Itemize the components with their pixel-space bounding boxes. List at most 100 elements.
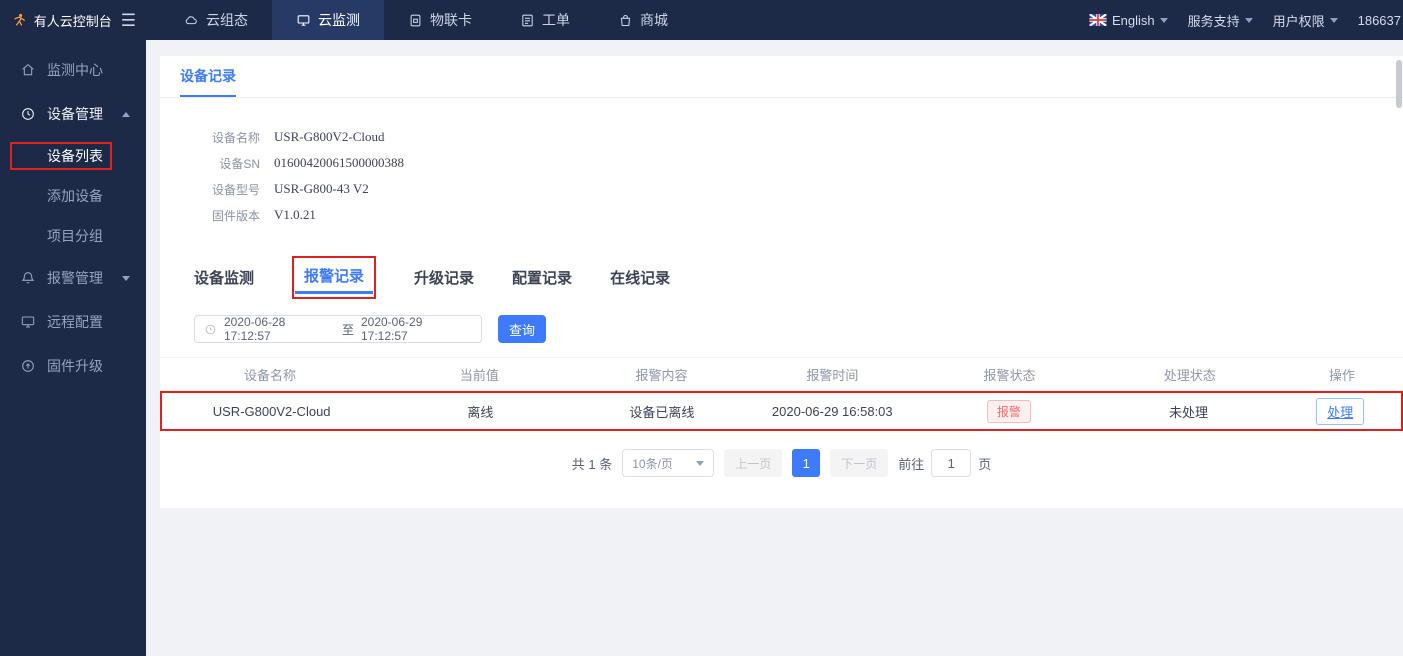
vertical-scrollbar[interactable]	[1395, 40, 1403, 656]
sidebar-item-device-management[interactable]: 设备管理	[0, 92, 146, 136]
user-permission-menu[interactable]: 用户权限	[1273, 11, 1338, 30]
sidebar-item-label: 报警管理	[47, 270, 103, 286]
chevron-up-icon	[122, 111, 130, 117]
goto-page-input[interactable]	[931, 449, 972, 477]
device-model-label: 设备型号	[211, 182, 260, 197]
nav-iot-card[interactable]: 物联卡	[384, 0, 496, 40]
bell-icon	[21, 272, 35, 284]
table-row: USR-G800V2-Cloud 离线 设备已离线 2020-06-29 16:…	[160, 391, 1403, 431]
info-row: 设备型号 USR-G800-43 V2	[196, 176, 1403, 202]
topbar-right: English 服务支持 用户权限 186637	[1088, 0, 1403, 40]
cell-alarm-content: 设备已离线	[629, 404, 695, 420]
clock-icon	[205, 324, 216, 334]
nav-work-order[interactable]: 工单	[496, 0, 594, 40]
tab-device-record[interactable]: 设备记录	[180, 66, 236, 97]
sidebar-subitem-label: 设备列表	[47, 148, 103, 164]
usr-logo-icon	[14, 13, 25, 26]
brand[interactable]: 有人云控制台 ☰	[0, 0, 146, 40]
sidebar-subitem-add-device[interactable]: 添加设备	[0, 176, 146, 216]
firmware-version-label: 固件版本	[211, 208, 260, 223]
sidebar-item-remote-config[interactable]: 远程配置	[0, 300, 146, 344]
firmware-version-value: V1.0.21	[274, 207, 316, 222]
next-page-button[interactable]: 下一页	[830, 449, 889, 477]
device-model-value: USR-G800-43 V2	[274, 181, 369, 196]
page-number-1[interactable]: 1	[792, 449, 821, 477]
filter-bar: 2020-06-28 17:12:57 至 2020-06-29 17:12:5…	[160, 315, 1403, 343]
nav-cloud-monitor[interactable]: 云监测	[272, 0, 384, 40]
page-size-select[interactable]: 10条/页	[622, 449, 715, 477]
work-order-icon	[522, 14, 533, 26]
cell-action: 处理	[1280, 397, 1401, 425]
account-menu[interactable]: 186637	[1358, 13, 1401, 28]
home-icon	[22, 63, 34, 76]
cell-device-name: USR-G800V2-Cloud	[212, 403, 331, 419]
shopping-bag-icon	[620, 14, 631, 26]
language-label: English	[1111, 12, 1155, 28]
cell-alarm-time: 2020-06-29 16:58:03	[771, 403, 893, 419]
col-device-name: 设备名称	[243, 367, 296, 383]
handle-action-link[interactable]: 处理	[1316, 397, 1365, 425]
account-label: 186637	[1357, 12, 1401, 28]
chevron-down-icon	[122, 275, 130, 281]
pagination: 共 1 条 10条/页 上一页 1 下一页 前往 页	[160, 449, 1403, 477]
menu-toggle-icon[interactable]: ☰	[121, 12, 136, 29]
record-tabs: 设备监测 报警记录 升级记录 配置记录 在线记录	[160, 256, 1403, 299]
search-button[interactable]: 查询	[498, 315, 546, 343]
goto-suffix: 页	[978, 456, 992, 472]
brand-title: 有人云控制台	[33, 13, 112, 29]
cell-handle-status: 未处理	[1168, 404, 1208, 420]
info-row: 固件版本 V1.0.21	[196, 202, 1403, 228]
service-support-menu[interactable]: 服务支持	[1188, 11, 1253, 30]
goto-prefix: 前往	[898, 456, 925, 472]
sidebar-subitem-label: 添加设备	[47, 188, 103, 204]
flag-icon	[1088, 14, 1107, 26]
alarm-status-badge: 报警	[986, 399, 1031, 423]
nav-cloud-scada[interactable]: 云组态	[160, 0, 272, 40]
sidebar-item-firmware-upgrade[interactable]: 固件升级	[0, 344, 146, 388]
pagination-total: 共 1 条	[571, 456, 613, 472]
cell-alarm-status: 报警	[920, 399, 1097, 423]
scrollbar-thumb[interactable]	[1396, 60, 1402, 108]
col-alarm-time: 报警时间	[806, 367, 859, 383]
tab-alarm-record[interactable]: 报警记录	[292, 256, 377, 299]
device-sn-label: 设备SN	[219, 156, 260, 171]
col-handle-status: 处理状态	[1163, 367, 1216, 383]
date-range-picker[interactable]: 2020-06-28 17:12:57 至 2020-06-29 17:12:5…	[194, 315, 482, 343]
device-name-value: USR-G800V2-Cloud	[274, 129, 385, 144]
tab-device-monitor[interactable]: 设备监测	[194, 267, 254, 299]
prev-page-button[interactable]: 上一页	[724, 449, 783, 477]
nav-label: 物联卡	[430, 12, 472, 28]
language-switcher[interactable]: English	[1088, 12, 1168, 28]
chevron-down-icon	[1244, 17, 1253, 23]
clock-icon	[22, 108, 34, 120]
sidebar-item-label: 监测中心	[47, 62, 103, 78]
support-label: 服务支持	[1187, 13, 1240, 29]
chevron-down-icon	[696, 460, 705, 466]
nav-mall[interactable]: 商城	[594, 0, 692, 40]
upload-circle-icon	[22, 360, 34, 372]
sim-card-icon	[410, 14, 421, 26]
nav-label: 云组态	[206, 12, 248, 28]
page-size-value: 10条/页	[632, 456, 673, 471]
col-action: 操作	[1329, 367, 1356, 383]
device-record-card: 设备记录 设备名称 USR-G800V2-Cloud 设备SN 01600420…	[160, 56, 1403, 508]
topbar: 有人云控制台 ☰ 云组态 云监测 物联卡 工单 商城 English 服务支持 …	[0, 0, 1403, 40]
nav-label: 工单	[542, 12, 570, 28]
tab-online-record[interactable]: 在线记录	[610, 267, 670, 299]
tab-config-record[interactable]: 配置记录	[512, 267, 572, 299]
table-header-row: 设备名称 当前值 报警内容 报警时间 报警状态 处理状态 操作	[160, 357, 1403, 391]
sidebar-item-label: 设备管理	[47, 106, 103, 122]
device-name-label: 设备名称	[211, 130, 260, 145]
sidebar-item-label: 固件升级	[47, 358, 103, 374]
chevron-down-icon	[1329, 17, 1338, 23]
date-start: 2020-06-28 17:12:57	[223, 315, 286, 343]
sidebar-item-monitor-center[interactable]: 监测中心	[0, 48, 146, 92]
sidebar-subitem-project-group[interactable]: 项目分组	[0, 216, 146, 256]
permission-label: 用户权限	[1272, 13, 1325, 29]
tab-upgrade-record[interactable]: 升级记录	[414, 267, 474, 299]
device-sn-value: 01600420061500000388	[274, 155, 404, 170]
sidebar-subitem-device-list[interactable]: 设备列表	[0, 136, 146, 176]
sidebar-item-alarm-management[interactable]: 报警管理	[0, 256, 146, 300]
device-info: 设备名称 USR-G800V2-Cloud 设备SN 0160042006150…	[160, 124, 1403, 228]
nav-label: 云监测	[318, 12, 360, 28]
